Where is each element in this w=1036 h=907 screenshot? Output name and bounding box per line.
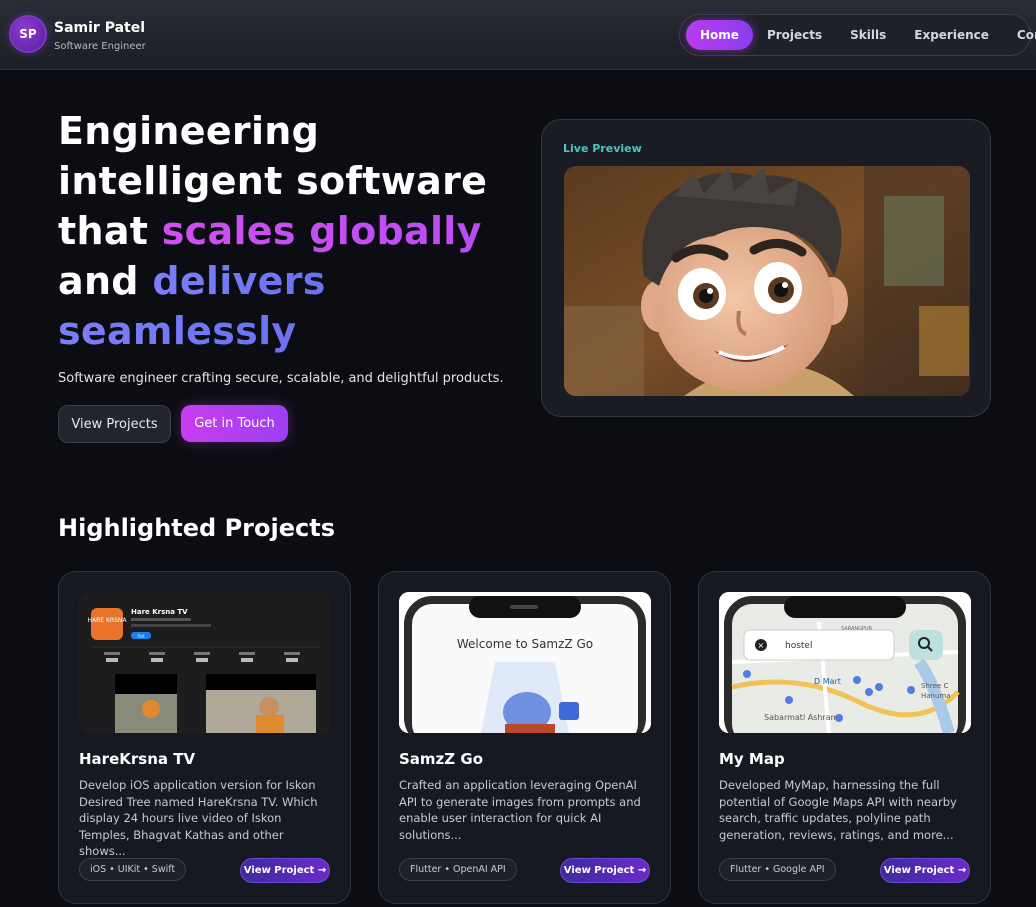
section-title: Highlighted Projects: [58, 514, 335, 542]
tech-tag: Flutter • OpenAI API: [399, 858, 517, 881]
project-title: My Map: [719, 750, 785, 768]
hero-highlight-blue: delivers: [152, 259, 326, 303]
hero-highlight-pink: scales globally: [161, 209, 482, 253]
live-preview-card: Live Preview: [541, 119, 991, 417]
project-title: SamzZ Go: [399, 750, 484, 768]
view-project-button[interactable]: View Project →: [880, 858, 970, 883]
thumb-place: Hanuma: [921, 692, 951, 700]
thumb-place: SARANGPUR: [841, 626, 873, 632]
top-header: SP Samir Patel Software Engineer Home Pr…: [0, 0, 1036, 70]
view-projects-button[interactable]: View Projects: [58, 405, 171, 443]
live-preview-label: Live Preview: [563, 142, 642, 155]
thumb-place: Shree C: [921, 682, 948, 690]
project-description: Developed MyMap, harnessing the full pot…: [719, 778, 957, 842]
logo-avatar[interactable]: SP: [11, 17, 45, 51]
hero-title: Engineering intelligent software that sc…: [58, 106, 528, 356]
hero-title-line: Engineering: [58, 109, 320, 153]
hero-title-text: and: [58, 259, 153, 303]
hero-title-line: intelligent software: [58, 159, 488, 203]
tech-tag: iOS • UIKit • Swift: [79, 858, 187, 881]
project-card: HARE KRSNA Hare Krsna TV Get HareKrsna T…: [58, 571, 351, 904]
hero-title-line: and delivers: [58, 256, 528, 306]
hero-highlight-blue: seamlessly: [58, 309, 297, 353]
thumb-app-name: Hare Krsna TV: [131, 608, 188, 616]
nav-projects[interactable]: Projects: [753, 20, 836, 50]
main-nav: Home Projects Skills Experience Contact: [679, 14, 1036, 56]
thumb-get-label: Get: [137, 634, 145, 639]
hero-title-text: that: [58, 209, 162, 253]
project-thumbnail: × hostel D Mart Sabarmati Ashram SARANGP…: [719, 592, 971, 733]
project-thumbnail: Welcome to SamzZ Go: [399, 592, 651, 733]
brand-name: Samir Patel: [54, 20, 146, 36]
nav-home[interactable]: Home: [686, 20, 753, 50]
nav-experience[interactable]: Experience: [900, 20, 1003, 50]
view-project-button[interactable]: View Project →: [240, 858, 330, 883]
svg-text:×: ×: [758, 641, 765, 650]
thumb-place: D Mart: [814, 677, 841, 686]
nav-skills[interactable]: Skills: [836, 20, 900, 50]
view-project-button[interactable]: View Project →: [560, 858, 650, 883]
get-in-touch-button[interactable]: Get in Touch: [181, 405, 288, 442]
hero-title-line: seamlessly: [58, 306, 528, 356]
project-thumbnail: HARE KRSNA Hare Krsna TV Get: [79, 592, 331, 733]
thumb-search-text: hostel: [785, 641, 812, 651]
brand-role: Software Engineer: [54, 41, 146, 52]
thumb-place: Sabarmati Ashram: [764, 713, 839, 722]
project-card: Welcome to SamzZ Go SamzZ Go Crafted an …: [378, 571, 671, 904]
project-title: HareKrsna TV: [79, 750, 196, 768]
project-description: Develop iOS application version for Isko…: [79, 778, 318, 858]
hero-subtitle: Software engineer crafting secure, scala…: [58, 371, 504, 386]
tech-tag: Flutter • Google API: [719, 858, 836, 881]
thumb-logo-text: HARE KRSNA: [88, 617, 128, 624]
nav-contact[interactable]: Contact: [1003, 20, 1036, 50]
hero-title-line: that scales globally: [58, 206, 528, 256]
thumb-welcome-text: Welcome to SamzZ Go: [457, 637, 593, 651]
project-description: Crafted an application leveraging OpenAI…: [399, 778, 641, 842]
avatar-illustration: [564, 166, 970, 396]
project-card: × hostel D Mart Sabarmati Ashram SARANGP…: [698, 571, 991, 904]
